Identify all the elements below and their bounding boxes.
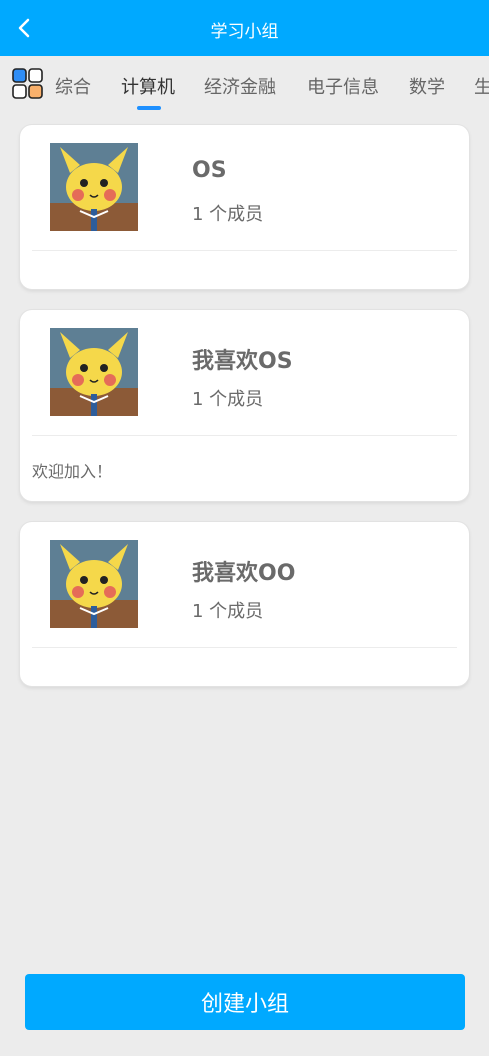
active-tab-indicator (137, 106, 161, 110)
card-divider (32, 435, 457, 436)
group-avatar (50, 143, 138, 231)
member-count: 1 个成员 (192, 204, 264, 225)
tab-computer[interactable]: 计算机 (121, 73, 175, 99)
category-tabs: 综合 计算机 经济金融 电子信息 数学 生 (0, 56, 489, 112)
group-card[interactable]: OS 1 个成员 (20, 125, 469, 289)
card-divider (32, 647, 457, 648)
create-group-button[interactable]: 创建小组 (25, 974, 465, 1030)
group-card[interactable]: 我喜欢OS 1 个成员 欢迎加入！ (20, 310, 469, 501)
group-card[interactable]: 我喜欢OO 1 个成员 (20, 522, 469, 686)
group-description: 欢迎加入！ (32, 462, 113, 481)
group-name: 我喜欢OS (192, 349, 293, 374)
app-header: 学习小组 (0, 0, 489, 56)
tab-economics-finance[interactable]: 经济金融 (204, 73, 276, 99)
member-count: 1 个成员 (192, 389, 264, 410)
grid-icon[interactable] (12, 68, 43, 99)
group-name: OS (192, 158, 227, 183)
group-name: 我喜欢OO (192, 561, 296, 586)
tab-math[interactable]: 数学 (409, 73, 445, 99)
group-avatar (50, 540, 138, 628)
tab-partial[interactable]: 生 (474, 73, 489, 99)
page-title: 学习小组 (210, 22, 279, 42)
member-count: 1 个成员 (192, 601, 264, 622)
card-divider (32, 250, 457, 251)
group-avatar (50, 328, 138, 416)
tab-electronics[interactable]: 电子信息 (307, 73, 379, 99)
tab-general[interactable]: 综合 (55, 73, 91, 99)
